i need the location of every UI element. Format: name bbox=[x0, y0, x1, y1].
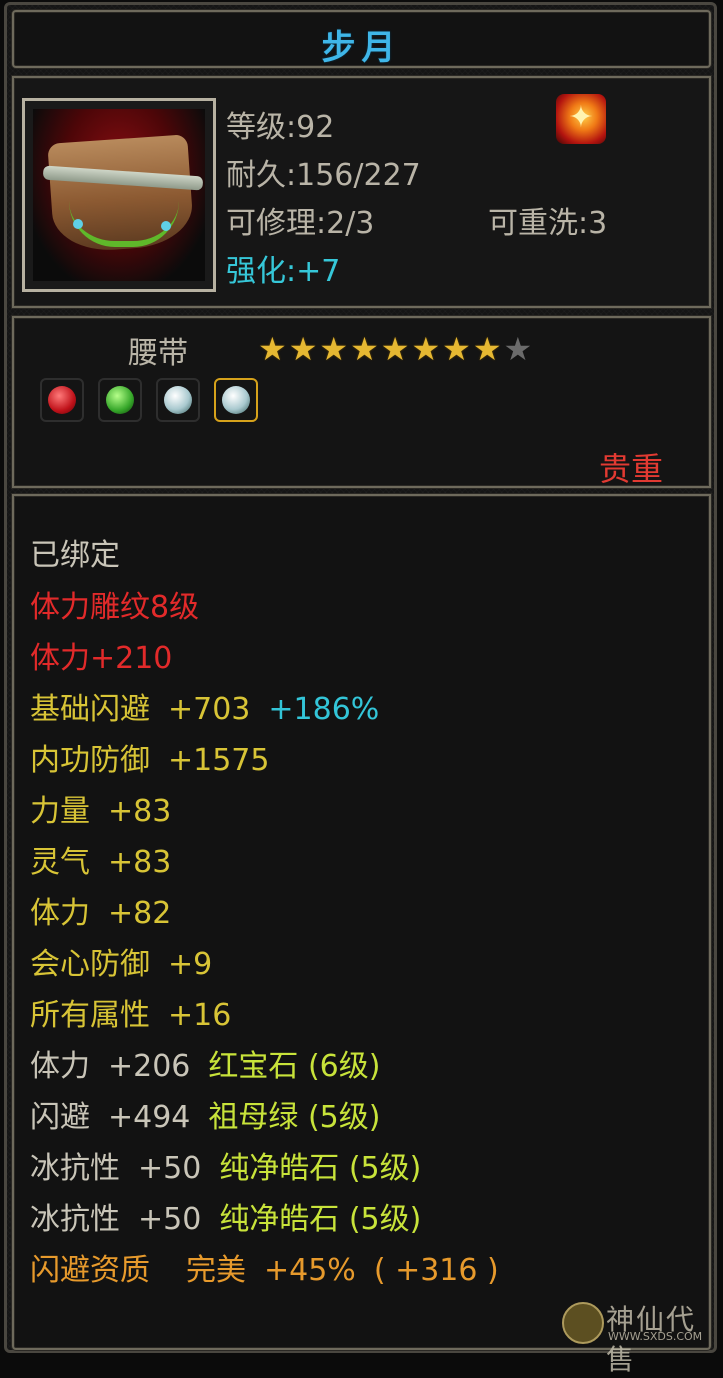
stat-label: 会心防御 bbox=[30, 947, 150, 982]
spirit-line: 灵气 +83 bbox=[30, 837, 171, 881]
emerald-gem-icon[interactable] bbox=[98, 378, 142, 422]
stat-value: +16 bbox=[168, 998, 232, 1033]
crit-def-line: 会心防御 +9 bbox=[30, 939, 212, 983]
stat-label: 力量 bbox=[30, 794, 90, 829]
enhance-value: +7 bbox=[296, 254, 341, 289]
star-rating: ★★★★★★★★★ bbox=[258, 330, 534, 368]
durability-row: 耐久:156/227 bbox=[226, 150, 421, 194]
gem-stat-value: +494 bbox=[108, 1100, 191, 1135]
enhance-row: 强化:+7 bbox=[226, 246, 340, 290]
stat-percent: +186% bbox=[268, 692, 380, 727]
stat-label: 灵气 bbox=[30, 845, 90, 880]
rewash-row: 可重洗:3 bbox=[488, 198, 607, 242]
quality-percent: +45% bbox=[264, 1253, 356, 1288]
quality-label: 闪避资质 bbox=[30, 1253, 150, 1288]
all-attr-line: 所有属性 +16 bbox=[30, 990, 231, 1034]
star-filled-icon: ★ bbox=[319, 330, 351, 368]
enhance-label: 强化: bbox=[226, 254, 297, 289]
star-filled-icon: ★ bbox=[472, 330, 504, 368]
gem-name: 祖母绿 (5级) bbox=[208, 1100, 381, 1135]
level-row: 等级:92 bbox=[226, 102, 334, 146]
gem-stat-value: +50 bbox=[138, 1151, 202, 1186]
quality-grade: 完美 bbox=[186, 1253, 246, 1288]
star-filled-icon: ★ bbox=[288, 330, 320, 368]
gem-stat-value: +50 bbox=[138, 1202, 202, 1237]
gem-stat-label: 闪避 bbox=[30, 1100, 90, 1135]
gem-name: 红宝石 (6级) bbox=[208, 1049, 381, 1084]
stat-label: 基础闪避 bbox=[30, 692, 150, 727]
rewash-value: 3 bbox=[588, 206, 608, 241]
level-label: 等级: bbox=[226, 110, 297, 145]
repair-value: 2/3 bbox=[326, 206, 375, 241]
watermark-logo-icon bbox=[562, 1302, 604, 1344]
gem3-line: 冰抗性 +50 纯净皓石 (5级) bbox=[30, 1143, 421, 1187]
gem-name: 纯净皓石 (5级) bbox=[219, 1151, 422, 1186]
stat-value: +83 bbox=[108, 794, 172, 829]
star-filled-icon: ★ bbox=[350, 330, 381, 368]
watermark: 神仙代售 WWW.SXDS.COM bbox=[560, 1296, 720, 1376]
gem1-line: 体力 +206 红宝石 (6级) bbox=[30, 1041, 380, 1085]
gem-stat-label: 冰抗性 bbox=[30, 1202, 120, 1237]
repair-label: 可修理: bbox=[226, 206, 327, 241]
stamina-line: 体力 +82 bbox=[30, 888, 171, 932]
star-filled-icon: ★ bbox=[442, 330, 473, 368]
gem4-line: 冰抗性 +50 纯净皓石 (5级) bbox=[30, 1194, 421, 1238]
gem-stat-label: 冰抗性 bbox=[30, 1151, 120, 1186]
level-value: 92 bbox=[296, 110, 335, 145]
star-filled-icon: ★ bbox=[380, 330, 412, 368]
stat-value: +83 bbox=[108, 845, 172, 880]
title-bar: 步月 bbox=[12, 10, 711, 68]
engrave-line: 体力雕纹8级 bbox=[30, 590, 200, 625]
stat-value: +82 bbox=[108, 896, 172, 931]
base-dodge-line: 基础闪避 +703 +186% bbox=[30, 684, 379, 728]
gem-stat-value: +206 bbox=[108, 1049, 191, 1084]
gem2-line: 闪避 +494 祖母绿 (5级) bbox=[30, 1092, 380, 1136]
stat-label: 体力 bbox=[30, 896, 90, 931]
stat-value: +1575 bbox=[168, 743, 270, 778]
clear-stone-gem-icon-selected[interactable] bbox=[214, 378, 258, 422]
stat-label: 所有属性 bbox=[30, 998, 150, 1033]
belt-icon bbox=[22, 98, 216, 292]
gem-name: 纯净皓石 (5级) bbox=[219, 1202, 422, 1237]
bound-status: 已绑定 bbox=[30, 538, 120, 573]
durability-value: 156/227 bbox=[296, 158, 421, 193]
star-empty-icon: ★ bbox=[503, 330, 535, 368]
flame-rank-icon: ✦ bbox=[556, 94, 606, 144]
stat-value: +9 bbox=[168, 947, 213, 982]
rewash-label: 可重洗: bbox=[488, 206, 589, 241]
strength-line: 力量 +83 bbox=[30, 786, 171, 830]
stat-value: +703 bbox=[168, 692, 251, 727]
gem-stat-label: 体力 bbox=[30, 1049, 90, 1084]
watermark-url: WWW.SXDS.COM bbox=[608, 1330, 703, 1343]
engrave-bonus-line: 体力+210 bbox=[30, 641, 173, 676]
repair-row: 可修理:2/3 bbox=[226, 198, 374, 242]
star-filled-icon: ★ bbox=[258, 330, 289, 368]
durability-label: 耐久: bbox=[226, 158, 297, 193]
quality-bonus: ( +316 ) bbox=[373, 1253, 499, 1288]
stat-label: 内功防御 bbox=[30, 743, 150, 778]
item-type: 腰带 bbox=[128, 336, 188, 371]
clear-stone-gem-icon[interactable] bbox=[156, 378, 200, 422]
quality-line: 闪避资质 完美 +45% ( +316 ) bbox=[30, 1245, 499, 1289]
inner-def-line: 内功防御 +1575 bbox=[30, 735, 269, 779]
star-filled-icon: ★ bbox=[411, 330, 443, 368]
item-name: 步月 bbox=[321, 28, 402, 68]
rarity-label: 贵重 bbox=[598, 450, 663, 488]
ruby-gem-icon[interactable] bbox=[40, 378, 84, 422]
